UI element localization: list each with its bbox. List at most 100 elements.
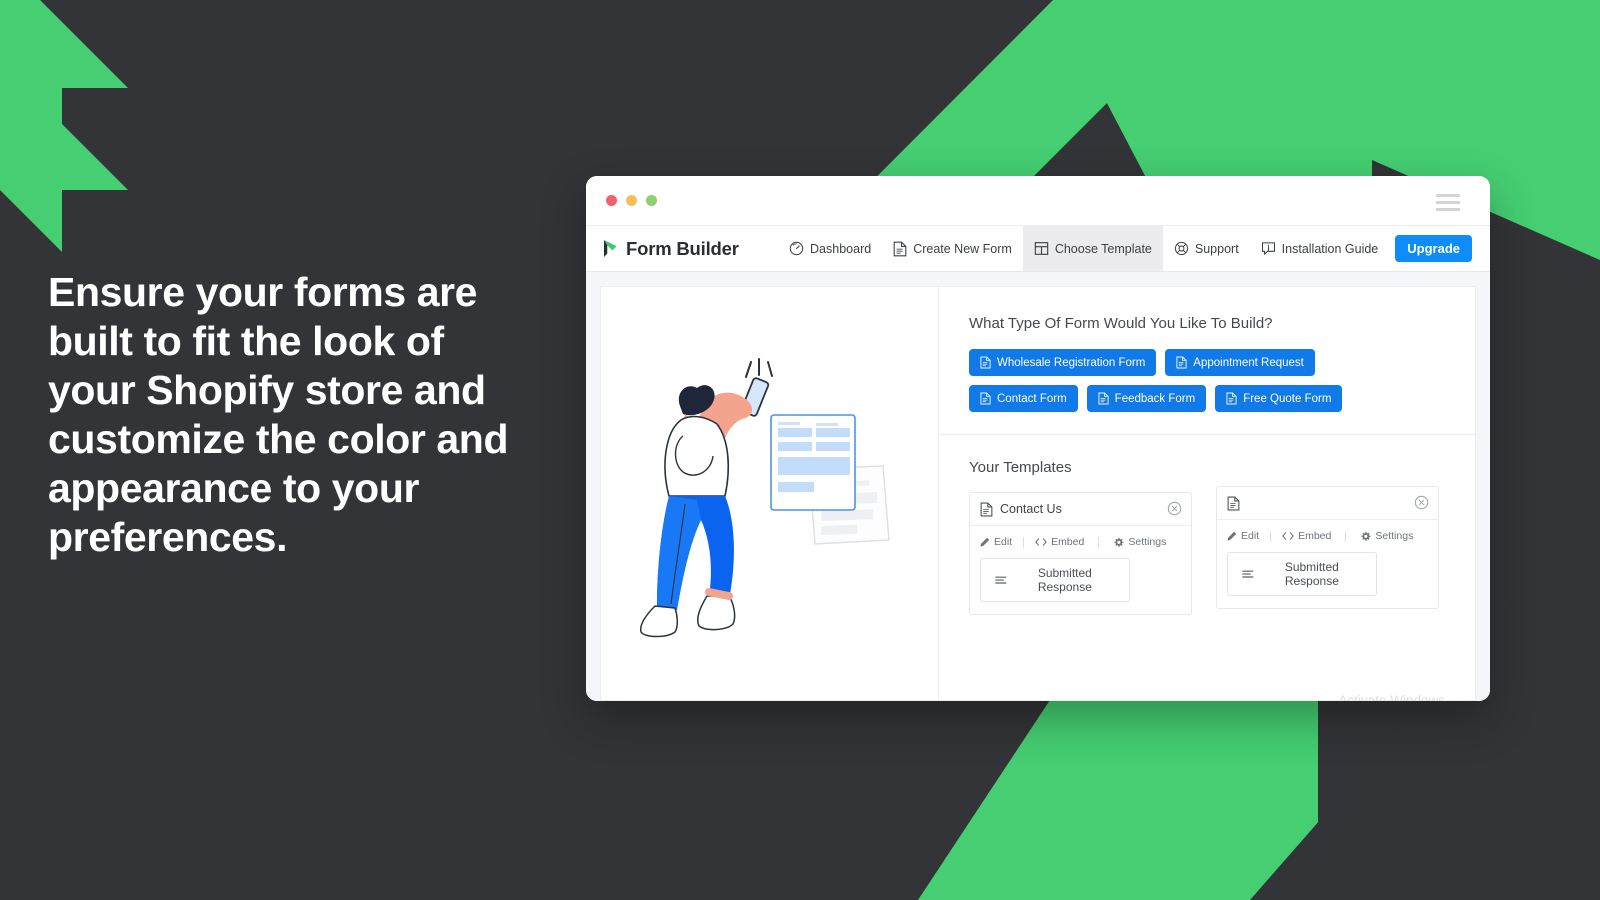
form-type-appointment-request[interactable]: Appointment Request bbox=[1165, 349, 1315, 376]
right-column: What Type Of Form Would You Like To Buil… bbox=[939, 287, 1475, 701]
brand[interactable]: Form Builder bbox=[602, 226, 739, 271]
submitted-response-label: Submitted Response bbox=[1284, 560, 1339, 588]
nav-item-installation-guide[interactable]: Installation Guide bbox=[1250, 226, 1390, 271]
close-circle-icon[interactable] bbox=[1414, 495, 1429, 510]
upgrade-button[interactable]: Upgrade bbox=[1395, 235, 1472, 262]
template-card-header: Contact Us bbox=[970, 493, 1191, 526]
trousers-light bbox=[656, 495, 701, 610]
chip-label: Contact Form bbox=[997, 392, 1067, 405]
speedometer-icon bbox=[789, 241, 804, 256]
settings-action[interactable]: Settings bbox=[1360, 530, 1413, 542]
embed-action[interactable]: Embed bbox=[1282, 530, 1331, 542]
activate-windows-watermark: Activate Windows bbox=[1338, 693, 1445, 701]
traffic-lights bbox=[606, 195, 657, 206]
gear-icon bbox=[1361, 531, 1371, 541]
nav-item-dashboard[interactable]: Dashboard bbox=[778, 226, 882, 271]
template-card-actions: Edit Embed Settings bbox=[1227, 530, 1428, 542]
ankle bbox=[704, 587, 733, 600]
embed-label: Embed bbox=[1298, 530, 1332, 542]
gear-icon bbox=[1114, 537, 1124, 547]
app-body: What Type Of Form Would You Like To Buil… bbox=[586, 272, 1490, 701]
templates-list: Contact Us Edit Embed Settings Submitted… bbox=[969, 486, 1445, 615]
edit-action[interactable]: Edit bbox=[1227, 530, 1259, 542]
nav-label: Choose Template bbox=[1054, 241, 1152, 256]
list-icon bbox=[995, 576, 1007, 584]
embed-action[interactable]: Embed bbox=[1035, 536, 1084, 548]
layout-icon bbox=[1034, 242, 1049, 255]
form-type-section: What Type Of Form Would You Like To Buil… bbox=[939, 287, 1475, 435]
phone-sparkle bbox=[744, 357, 773, 378]
document-icon bbox=[1176, 356, 1187, 369]
action-separator bbox=[1270, 530, 1272, 542]
form-type-options: Wholesale Registration Form Appointment … bbox=[969, 349, 1389, 412]
list-icon bbox=[1242, 570, 1254, 578]
chip-label: Free Quote Form bbox=[1243, 392, 1332, 405]
submitted-response-label: Submitted Response bbox=[1037, 566, 1092, 594]
code-brackets-icon bbox=[1035, 538, 1047, 546]
nav-item-support[interactable]: Support bbox=[1163, 226, 1250, 271]
form-type-wholesale-registration[interactable]: Wholesale Registration Form bbox=[969, 349, 1157, 376]
embed-label: Embed bbox=[1051, 536, 1085, 548]
document-icon bbox=[980, 502, 993, 516]
code-brackets-icon bbox=[1282, 532, 1294, 540]
browser-titlebar bbox=[586, 176, 1490, 225]
submitted-response-button[interactable]: Submitted Response bbox=[980, 558, 1130, 602]
hamburger-icon[interactable] bbox=[1436, 194, 1460, 211]
close-window-dot[interactable] bbox=[606, 195, 617, 206]
person-holding-phone-with-forms-illustration bbox=[639, 357, 890, 637]
content-panel: What Type Of Form Would You Like To Buil… bbox=[600, 286, 1476, 701]
edit-label: Edit bbox=[1241, 530, 1260, 542]
document-icon bbox=[980, 356, 991, 369]
bg-shape-bottom-wedge bbox=[918, 700, 1318, 900]
template-card: Contact Us Edit Embed Settings Submitted… bbox=[969, 492, 1192, 615]
shoe-left bbox=[639, 604, 678, 637]
nav-items: Dashboard Create New Form Choose Templat… bbox=[778, 226, 1389, 271]
form-type-heading: What Type Of Form Would You Like To Buil… bbox=[969, 315, 1273, 332]
action-separator bbox=[1023, 536, 1025, 548]
template-card: Edit Embed Settings Submitted Response bbox=[1216, 486, 1439, 609]
templates-heading: Your Templates bbox=[969, 459, 1072, 476]
form-type-free-quote-form[interactable]: Free Quote Form bbox=[1215, 385, 1343, 412]
bg-shape-topleft-lower bbox=[0, 62, 128, 252]
document-icon bbox=[1227, 496, 1240, 510]
settings-action[interactable]: Settings bbox=[1113, 536, 1166, 548]
chip-label: Wholesale Registration Form bbox=[997, 356, 1146, 369]
form-type-contact-form[interactable]: Contact Form bbox=[969, 385, 1078, 412]
leaf-arrow-logo-icon bbox=[604, 240, 617, 257]
shoe-right bbox=[696, 594, 735, 630]
close-circle-icon[interactable] bbox=[1167, 501, 1182, 516]
pencil-icon bbox=[1227, 531, 1237, 541]
template-card-body: Edit Embed Settings Submitted Response bbox=[970, 526, 1191, 614]
edit-label: Edit bbox=[994, 536, 1013, 548]
settings-label: Settings bbox=[1128, 536, 1167, 548]
document-icon bbox=[1098, 392, 1109, 405]
document-icon bbox=[893, 241, 907, 256]
app-navbar: Form Builder Dashboard Create New Form C… bbox=[586, 225, 1490, 272]
settings-label: Settings bbox=[1375, 530, 1414, 542]
pencil-icon bbox=[980, 537, 990, 547]
page-title: Ensure your forms are built to fit the l… bbox=[48, 269, 509, 560]
template-card-header bbox=[1217, 487, 1438, 520]
template-card-body: Edit Embed Settings Submitted Response bbox=[1217, 520, 1438, 608]
lifebuoy-icon bbox=[1174, 241, 1188, 256]
nav-label: Dashboard bbox=[810, 241, 872, 256]
illustration-column bbox=[601, 287, 939, 700]
maximize-window-dot[interactable] bbox=[646, 195, 657, 206]
nav-label: Installation Guide bbox=[1281, 241, 1379, 256]
form-type-feedback-form[interactable]: Feedback Form bbox=[1086, 385, 1207, 412]
brand-name: Form Builder bbox=[626, 237, 739, 259]
action-separator bbox=[1345, 530, 1347, 542]
templates-section: Your Templates Contact Us Edit Embed Set… bbox=[939, 435, 1475, 701]
chip-label: Feedback Form bbox=[1114, 392, 1196, 405]
document-icon bbox=[1226, 392, 1237, 405]
edit-action[interactable]: Edit bbox=[980, 536, 1012, 548]
document-icon bbox=[980, 392, 991, 405]
minimize-window-dot[interactable] bbox=[626, 195, 637, 206]
front-form-card bbox=[769, 413, 856, 511]
nav-item-create-new-form[interactable]: Create New Form bbox=[882, 226, 1023, 271]
nav-item-choose-template[interactable]: Choose Template bbox=[1022, 226, 1163, 271]
submitted-response-button[interactable]: Submitted Response bbox=[1227, 552, 1377, 596]
shirt bbox=[663, 415, 729, 497]
nav-label: Create New Form bbox=[913, 241, 1012, 256]
